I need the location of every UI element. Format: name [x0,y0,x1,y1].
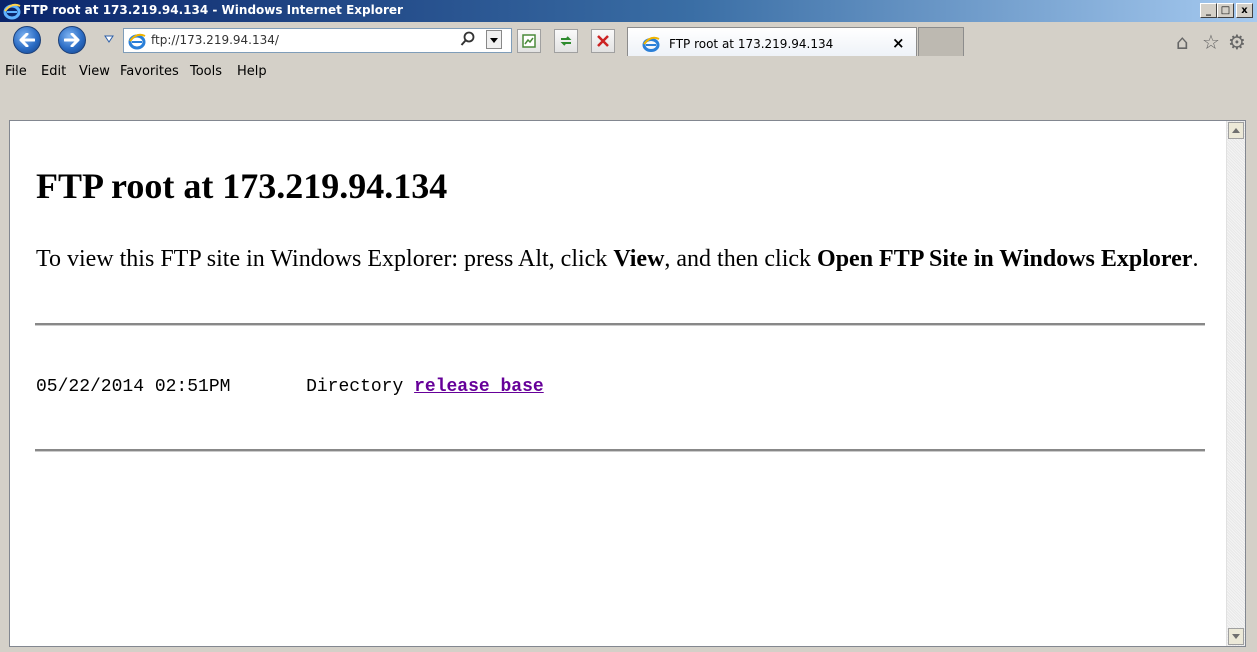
menu-view[interactable]: View [79,64,110,79]
menu-tools[interactable]: Tools [190,64,222,79]
close-icon: x [1241,5,1248,16]
view-keyword: View [613,246,665,272]
tab-ie-icon [642,36,660,56]
down-arrow-icon [1232,634,1240,639]
chevron-down-icon [490,38,498,43]
divider-top [35,323,1205,326]
gear-icon[interactable]: ⚙ [1228,30,1246,54]
page-ie-icon [128,32,146,54]
scroll-down-button[interactable] [1228,628,1244,645]
menu-edit[interactable]: Edit [41,64,66,79]
minimize-icon: _ [1206,5,1211,16]
tab-label: FTP root at 173.219.94.134 [669,37,834,51]
directory-listing-row: 05/22/2014 02:51PM Directory release_bas… [36,377,544,397]
page-content: FTP root at 173.219.94.134 To view this … [9,120,1246,647]
window-controls: _ □ x [1200,3,1253,18]
listing-type: Directory [306,377,404,397]
search-icon[interactable] [460,31,476,47]
listing-date: 05/22/2014 02:51PM [36,377,231,397]
open-ftp-keyword: Open FTP Site in Windows Explorer [817,246,1193,272]
menu-bar: File Edit View Favorites Tools Help [0,58,1257,84]
release-base-link[interactable]: release_base [414,377,544,397]
maximize-icon: □ [1220,5,1231,16]
page-title: FTP root at 173.219.94.134 [36,166,448,206]
menu-favorites[interactable]: Favorites [120,64,179,79]
stop-icon [597,35,609,47]
minimize-button[interactable]: _ [1200,3,1217,18]
refresh-icon [560,36,572,46]
stop-button[interactable] [591,29,615,53]
up-arrow-icon [1232,128,1240,133]
forward-arrow-icon [64,33,80,47]
refresh-button[interactable] [554,29,578,53]
instructions-middle: , and then click [664,246,818,272]
navigation-bar: ftp://173.219.94.134/ FTP root at 173.21… [0,22,1257,98]
menu-file[interactable]: File [5,64,27,79]
compatibility-view-button[interactable] [517,29,541,53]
scroll-up-button[interactable] [1228,122,1244,139]
ie-logo-icon [3,2,21,20]
instructions-end: . [1192,246,1199,272]
tab-ftp-root[interactable]: FTP root at 173.219.94.134 × [627,27,917,56]
recent-pages-dropdown-icon[interactable] [104,35,114,43]
new-tab-button[interactable] [918,27,964,56]
vertical-scrollbar[interactable] [1226,121,1245,646]
instructions-text: To view this FTP site in Windows Explore… [36,243,1211,275]
tab-close-button[interactable]: × [892,34,905,52]
menu-help[interactable]: Help [237,64,267,79]
favorites-star-icon[interactable]: ☆ [1202,30,1220,54]
forward-button[interactable] [58,26,86,54]
maximize-button[interactable]: □ [1217,3,1234,18]
compatibility-view-icon [522,34,536,48]
address-dropdown-button[interactable] [486,30,502,49]
back-button[interactable] [13,26,41,54]
close-window-button[interactable]: x [1236,3,1253,18]
divider-bottom [35,449,1205,452]
back-arrow-icon [19,33,35,47]
address-bar[interactable]: ftp://173.219.94.134/ [123,28,512,53]
window-title: FTP root at 173.219.94.134 - Windows Int… [23,3,403,17]
instructions-prefix: To view this FTP site in Windows Explore… [36,246,614,272]
home-icon[interactable]: ⌂ [1176,30,1189,54]
window-titlebar[interactable]: FTP root at 173.219.94.134 - Windows Int… [0,0,1257,22]
address-input[interactable]: ftp://173.219.94.134/ [151,33,279,47]
